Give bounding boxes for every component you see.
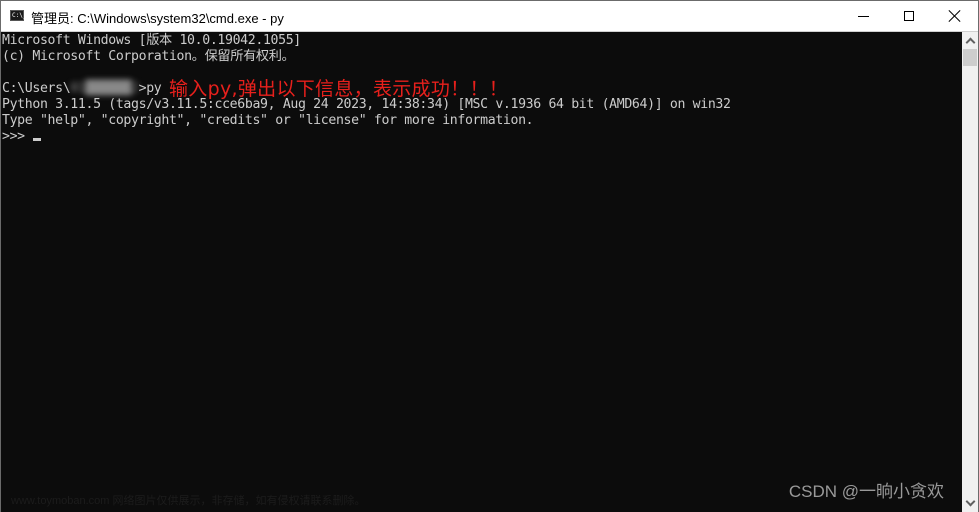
scroll-down-button[interactable] <box>962 495 978 512</box>
console-line-command: C:\Users\01██████2>py <box>2 81 162 97</box>
title-bar[interactable]: 管理员: C:\Windows\system32\cmd.exe - py <box>1 1 978 32</box>
maximize-button[interactable] <box>886 1 932 31</box>
command-text: >py <box>138 81 162 96</box>
close-button[interactable] <box>932 1 978 31</box>
red-annotation: 输入py,弹出以下信息，表示成功！！！ <box>169 78 509 100</box>
console-line-version: Microsoft Windows [版本 10.0.19042.1055] <box>2 33 301 48</box>
console-line-prompt[interactable]: >>> <box>2 129 42 145</box>
scroll-thumb[interactable] <box>963 49 977 66</box>
chevron-up-icon <box>965 37 975 48</box>
text-cursor <box>33 138 42 141</box>
redacted-username: 01██████2 <box>70 81 139 96</box>
site-watermark: www.toymoban.com 网络图片仅供展示，非存储，如有侵权请联系删除。 <box>11 495 366 507</box>
path-prefix: C:\Users\ <box>2 81 71 96</box>
minimize-button[interactable] <box>840 1 886 31</box>
cmd-icon[interactable] <box>10 10 26 21</box>
cmd-window: 管理员: C:\Windows\system32\cmd.exe - py Mi… <box>0 0 979 512</box>
window-title: 管理员: C:\Windows\system32\cmd.exe - py <box>31 11 284 26</box>
close-icon <box>949 10 961 22</box>
maximize-icon <box>904 11 914 21</box>
author-watermark: CSDN @一晌小贪欢 <box>788 482 944 501</box>
scroll-up-button[interactable] <box>962 32 978 49</box>
python-prompt: >>> <box>2 129 33 144</box>
console-output[interactable]: Microsoft Windows [版本 10.0.19042.1055] (… <box>1 32 962 512</box>
console-line-help: Type "help", "copyright", "credits" or "… <box>2 113 534 128</box>
chevron-down-icon <box>965 496 975 507</box>
vertical-scrollbar[interactable] <box>962 32 978 512</box>
console-line-copyright: (c) Microsoft Corporation。保留所有权利。 <box>2 49 295 64</box>
minimize-icon <box>857 15 869 17</box>
